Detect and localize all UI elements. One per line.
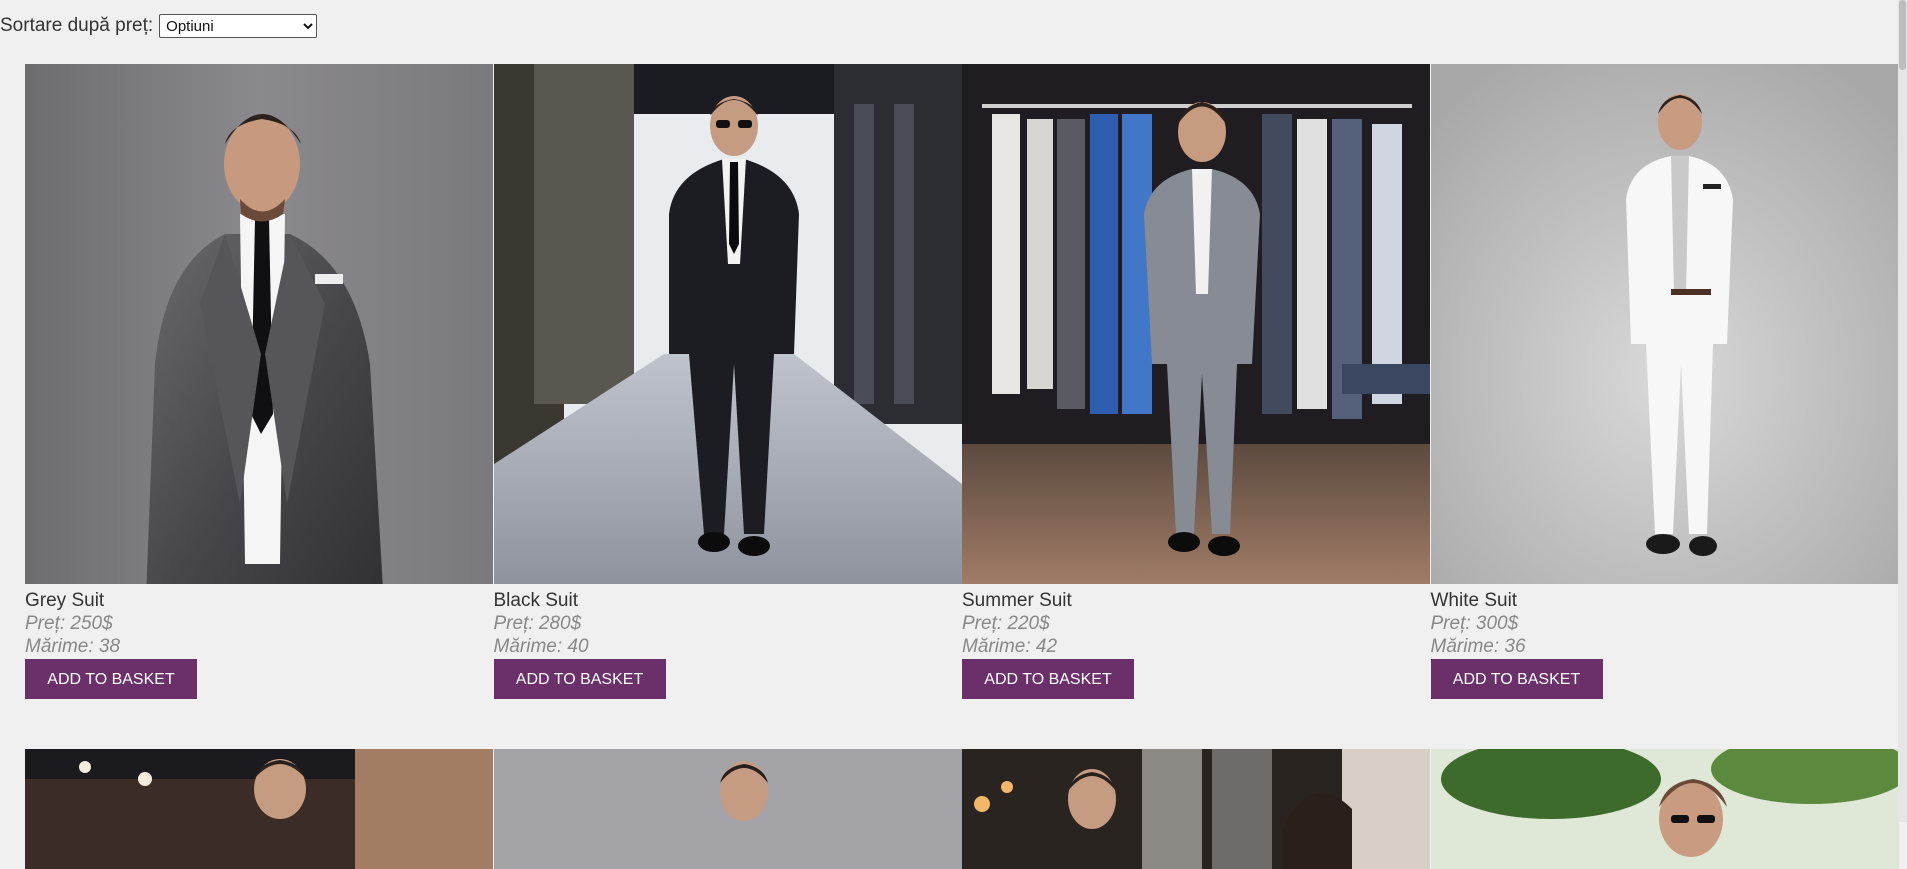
product-card xyxy=(1430,749,1900,869)
product-card xyxy=(962,749,1431,869)
product-image[interactable] xyxy=(1430,749,1899,869)
sort-select[interactable]: Optiuni xyxy=(159,14,318,38)
product-name: White Suit xyxy=(1430,590,1518,611)
product-card: Grey Suit Preț: 250$ Mărime: 38 ADD TO B… xyxy=(25,64,494,699)
product-card: Summer Suit Preț: 220$ Mărime: 42 ADD TO… xyxy=(962,64,1431,699)
product-card: Black Suit Preț: 280$ Mărime: 40 ADD TO … xyxy=(493,64,963,699)
product-image[interactable] xyxy=(1430,64,1899,584)
product-card xyxy=(25,749,494,869)
product-size: Mărime: 40 xyxy=(493,636,589,657)
product-name: Black Suit xyxy=(493,590,578,611)
product-image[interactable] xyxy=(493,64,962,584)
vertical-scrollbar[interactable] xyxy=(1898,0,1907,822)
product-image[interactable] xyxy=(25,64,493,584)
product-price: Preț: 300$ xyxy=(1430,613,1519,634)
product-image[interactable] xyxy=(962,749,1430,869)
product-price: Preț: 280$ xyxy=(493,613,582,634)
product-name: Summer Suit xyxy=(962,590,1072,611)
product-card xyxy=(493,749,963,869)
product-size: Mărime: 36 xyxy=(1430,636,1526,657)
add-to-basket-button[interactable]: ADD TO BASKET xyxy=(25,659,197,699)
product-size: Mărime: 42 xyxy=(962,636,1058,657)
product-price: Preț: 250$ xyxy=(25,613,113,634)
product-price: Preț: 220$ xyxy=(962,613,1050,634)
add-to-basket-button[interactable]: ADD TO BASKET xyxy=(1430,659,1603,699)
product-size: Mărime: 38 xyxy=(25,636,121,657)
product-image[interactable] xyxy=(493,749,962,869)
product-name: Grey Suit xyxy=(25,590,105,611)
add-to-basket-button[interactable]: ADD TO BASKET xyxy=(962,659,1134,699)
add-to-basket-button[interactable]: ADD TO BASKET xyxy=(493,659,666,699)
product-grid: Grey Suit Preț: 250$ Mărime: 38 ADD TO B… xyxy=(25,64,1900,869)
sort-label: Sortare după preț: xyxy=(0,15,154,36)
product-card: White Suit Preț: 300$ Mărime: 36 ADD TO … xyxy=(1430,64,1900,699)
scrollbar-thumb[interactable] xyxy=(1899,0,1906,70)
sort-bar: Sortare după preț: Optiuni xyxy=(0,14,318,38)
product-image[interactable] xyxy=(25,749,493,869)
product-image[interactable] xyxy=(962,64,1430,584)
